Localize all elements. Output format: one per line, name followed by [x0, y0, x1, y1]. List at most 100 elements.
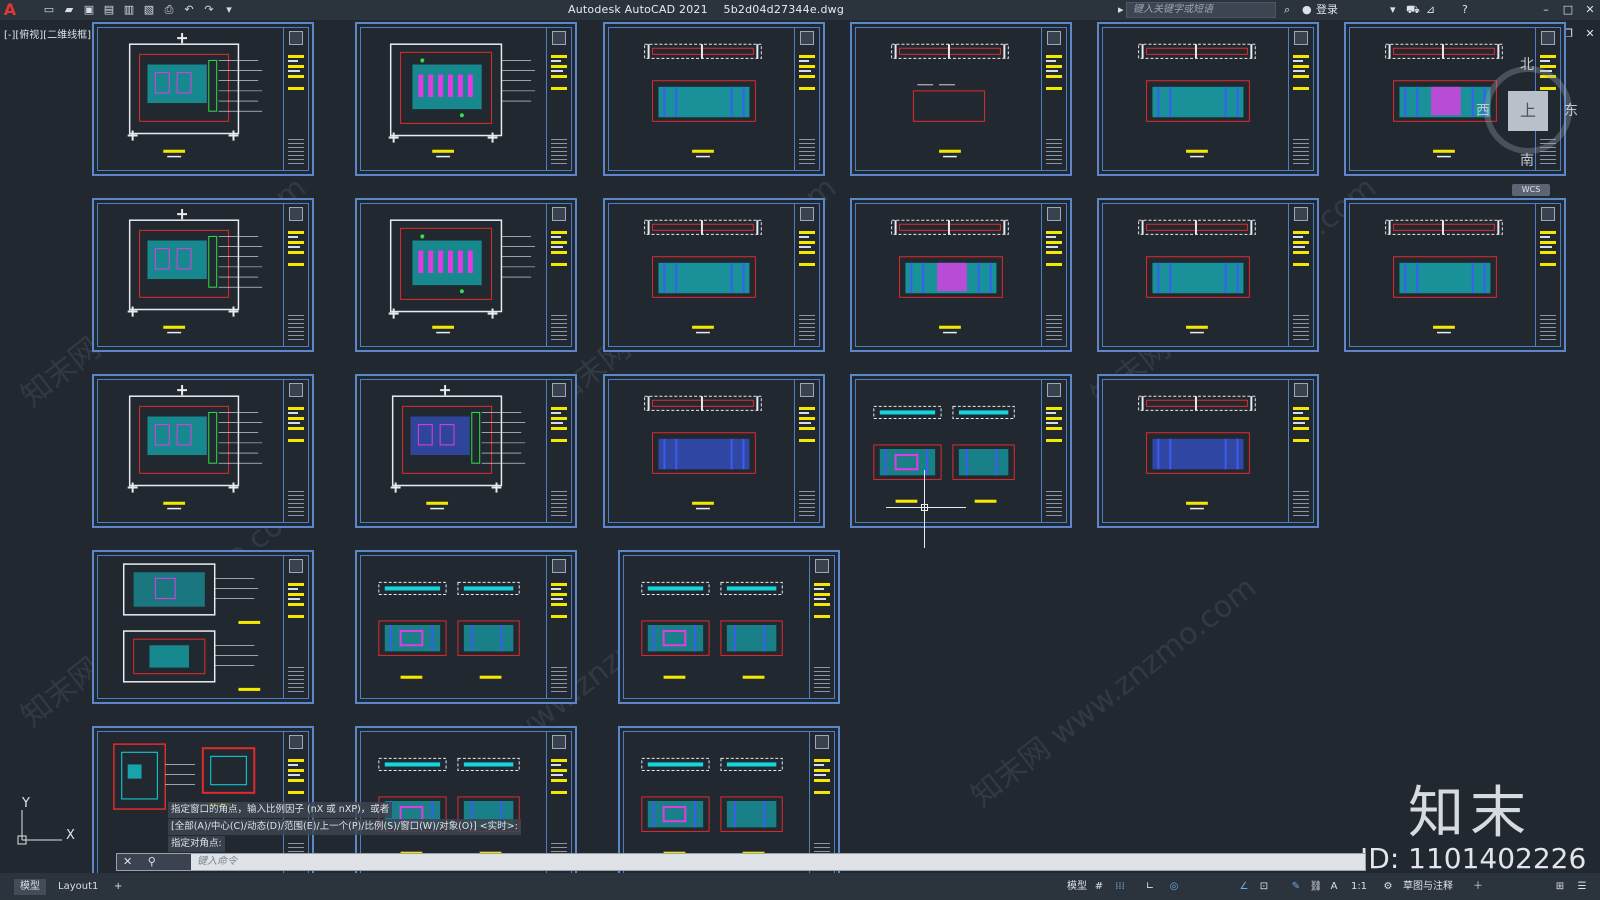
search-icon[interactable]: ⌕: [1284, 2, 1290, 18]
lineweight-button[interactable]: ⊡: [1256, 879, 1272, 895]
drawing-sheet[interactable]: [355, 22, 577, 176]
title-block-field: [1046, 75, 1062, 78]
sheet-drawing: [122, 563, 261, 691]
saveas-icon[interactable]: ▤: [100, 3, 118, 17]
tab-layout1[interactable]: Layout1: [52, 879, 104, 895]
publish-icon[interactable]: ▥: [120, 3, 138, 17]
sheet-content-elevation: [1105, 206, 1283, 344]
polar-button[interactable]: ◎: [1166, 879, 1182, 895]
drawing-sheet[interactable]: [850, 22, 1072, 176]
add-layout-button[interactable]: +: [108, 879, 128, 895]
maximize-button[interactable]: □: [1558, 2, 1578, 18]
annotation-monitor-button[interactable]: ＋: [1470, 879, 1486, 895]
drawing-sheet[interactable]: [850, 198, 1072, 352]
save-icon[interactable]: ▣: [80, 3, 98, 17]
drawing-sheet[interactable]: [1097, 374, 1319, 528]
title-block-field: [814, 759, 830, 762]
fullscreen-button[interactable]: ⊞: [1552, 879, 1568, 895]
compass-south[interactable]: 南: [1520, 150, 1534, 170]
command-line-controls[interactable]: ✕ ⚲: [117, 854, 191, 870]
title-block-field: [1293, 70, 1305, 72]
compass-north[interactable]: 北: [1520, 54, 1534, 74]
sheet-content-elevation: [1105, 30, 1283, 168]
drawing-sheet[interactable]: [1344, 198, 1566, 352]
redo-icon[interactable]: ↷: [200, 3, 218, 17]
expand-arrow-icon[interactable]: ▸: [1118, 2, 1124, 18]
annotation-button[interactable]: ✎: [1288, 879, 1304, 895]
viewport-close-button[interactable]: ✕: [1580, 26, 1600, 42]
title-block-field: [799, 231, 815, 234]
wcs-menu[interactable]: WCS: [1512, 184, 1550, 196]
autocad-logo-icon[interactable]: A: [0, 0, 20, 20]
annotation-visibility-button[interactable]: A: [1326, 879, 1342, 895]
new-icon[interactable]: ▭: [40, 3, 58, 17]
title-block-field: [288, 55, 304, 58]
drawing-sheet[interactable]: [355, 550, 577, 704]
title-block-field: [1046, 231, 1062, 234]
open-icon[interactable]: ▰: [60, 3, 78, 17]
sheet-drawing: [891, 43, 1009, 158]
title-block-field: [288, 75, 304, 78]
drawing-sheet[interactable]: [92, 550, 314, 704]
title-block-field: [814, 583, 830, 586]
snap-button[interactable]: ⁞⁞⁞: [1110, 879, 1130, 895]
title-block-logo-icon: [815, 735, 829, 749]
drawing-sheet[interactable]: [603, 22, 825, 176]
drawing-sheet[interactable]: [618, 550, 840, 704]
minimize-button[interactable]: –: [1536, 2, 1556, 18]
command-input[interactable]: 键入命令: [197, 854, 237, 870]
login-button[interactable]: 登录: [1316, 2, 1338, 18]
title-block-table: [1293, 139, 1309, 165]
title-block-table: [551, 491, 567, 517]
title-block-field: [288, 231, 304, 234]
osnap-button[interactable]: ∠: [1236, 879, 1252, 895]
annotation-scale-button[interactable]: 1:1: [1346, 879, 1372, 895]
drawing-sheet[interactable]: [355, 374, 577, 528]
title-block-field: [551, 422, 563, 424]
command-line[interactable]: ✕ ⚲ 键入命令: [116, 853, 1366, 871]
workspace-gear-icon[interactable]: ⚙: [1380, 879, 1396, 895]
customize-icon[interactable]: ▾: [220, 3, 238, 17]
help-icon[interactable]: ?: [1462, 2, 1468, 18]
drawing-sheet[interactable]: [603, 198, 825, 352]
ortho-button[interactable]: ∟: [1142, 879, 1158, 895]
undo-icon[interactable]: ↶: [180, 3, 198, 17]
plot-preview-icon[interactable]: ▧: [140, 3, 158, 17]
title-block-table: [551, 315, 567, 341]
autocad-window: A ▭ ▰ ▣ ▤ ▥ ▧ ⎙ ↶ ↷ ▾ Autodesk AutoCAD 2…: [0, 0, 1600, 900]
drawing-sheet[interactable]: [603, 374, 825, 528]
search-input[interactable]: 键入关键字或短语: [1126, 2, 1276, 18]
drawing-sheet[interactable]: [92, 22, 314, 176]
model-space-button[interactable]: 模型: [1064, 879, 1090, 895]
tab-model[interactable]: 模型: [14, 879, 46, 895]
workspace-switch-button[interactable]: 草图与注释: [1398, 879, 1458, 895]
drawing-sheet[interactable]: [1097, 22, 1319, 176]
drawing-sheet[interactable]: [92, 374, 314, 528]
drawing-sheet[interactable]: [1097, 198, 1319, 352]
compass-west[interactable]: 西: [1476, 100, 1490, 120]
title-block-logo-icon: [1541, 31, 1555, 45]
grid-button[interactable]: #: [1092, 879, 1106, 895]
drawing-sheet[interactable]: [850, 374, 1072, 528]
print-icon[interactable]: ⎙: [160, 3, 178, 17]
user-icon[interactable]: ●: [1302, 2, 1312, 18]
compass-east[interactable]: 东: [1564, 100, 1578, 120]
drawing-sheet[interactable]: [92, 198, 314, 352]
viewcube[interactable]: 上 北 南 东 西: [1476, 57, 1578, 170]
title-block-table: [1046, 315, 1062, 341]
command-history-line: 指定对角点:: [168, 836, 225, 852]
close-button[interactable]: ✕: [1580, 2, 1600, 18]
autodesk-a360-icon[interactable]: ⊿: [1426, 2, 1435, 18]
customize-status-button[interactable]: ☰: [1574, 879, 1590, 895]
status-bar: 模型 Layout1 + 模型 # ⁞⁞⁞ ∟ ◎ ∠ ⊡ ✎ ⛓ A 1:1 …: [0, 873, 1600, 900]
drawing-sheet[interactable]: [355, 198, 577, 352]
viewcube-top-face[interactable]: 上: [1508, 91, 1548, 131]
cart-icon[interactable]: ⛟: [1406, 2, 1420, 18]
title-block-logo-icon: [552, 383, 566, 397]
title-block-field: [288, 427, 304, 430]
viewport-controls[interactable]: [-][俯视][二维线框]: [4, 26, 91, 41]
autoscale-button[interactable]: ⛓: [1308, 879, 1324, 895]
sheet-content-ceiling: [363, 206, 541, 344]
ucs-y-label: Y: [22, 796, 30, 811]
dropdown-icon[interactable]: ▾: [1390, 2, 1396, 18]
